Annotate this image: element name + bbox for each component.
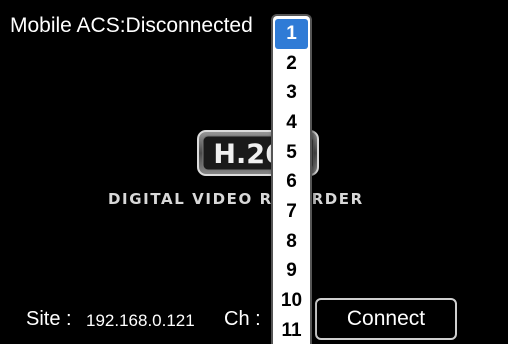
channel-option[interactable]: 10 bbox=[275, 286, 308, 316]
app-screen: Mobile ACS:Disconnected H.264 DIGITAL VI… bbox=[0, 0, 508, 344]
channel-option[interactable]: 9 bbox=[275, 257, 308, 287]
channel-option[interactable]: 3 bbox=[275, 78, 308, 108]
channel-option[interactable]: 8 bbox=[275, 227, 308, 257]
channel-option[interactable]: 1 bbox=[275, 19, 308, 49]
channel-option[interactable]: 7 bbox=[275, 197, 308, 227]
channel-option[interactable]: 2 bbox=[275, 49, 308, 79]
channel-label: Ch : bbox=[224, 308, 261, 330]
site-address-value[interactable]: 192.168.0.121 bbox=[86, 311, 195, 331]
channel-options-list: 1 2 3 4 5 6 7 8 9 10 11 bbox=[273, 16, 310, 344]
channel-option[interactable]: 5 bbox=[275, 138, 308, 168]
channel-option[interactable]: 11 bbox=[275, 316, 308, 344]
connect-button[interactable]: Connect bbox=[315, 298, 457, 340]
channel-dropdown[interactable]: 1 2 3 4 5 6 7 8 9 10 11 bbox=[271, 14, 312, 344]
channel-option[interactable]: 6 bbox=[275, 167, 308, 197]
connection-status-title: Mobile ACS:Disconnected bbox=[10, 14, 253, 37]
logo-subtitle: DIGITAL VIDEO RECORDER bbox=[108, 190, 364, 208]
channel-option[interactable]: 4 bbox=[275, 108, 308, 138]
site-label: Site : bbox=[26, 308, 72, 330]
